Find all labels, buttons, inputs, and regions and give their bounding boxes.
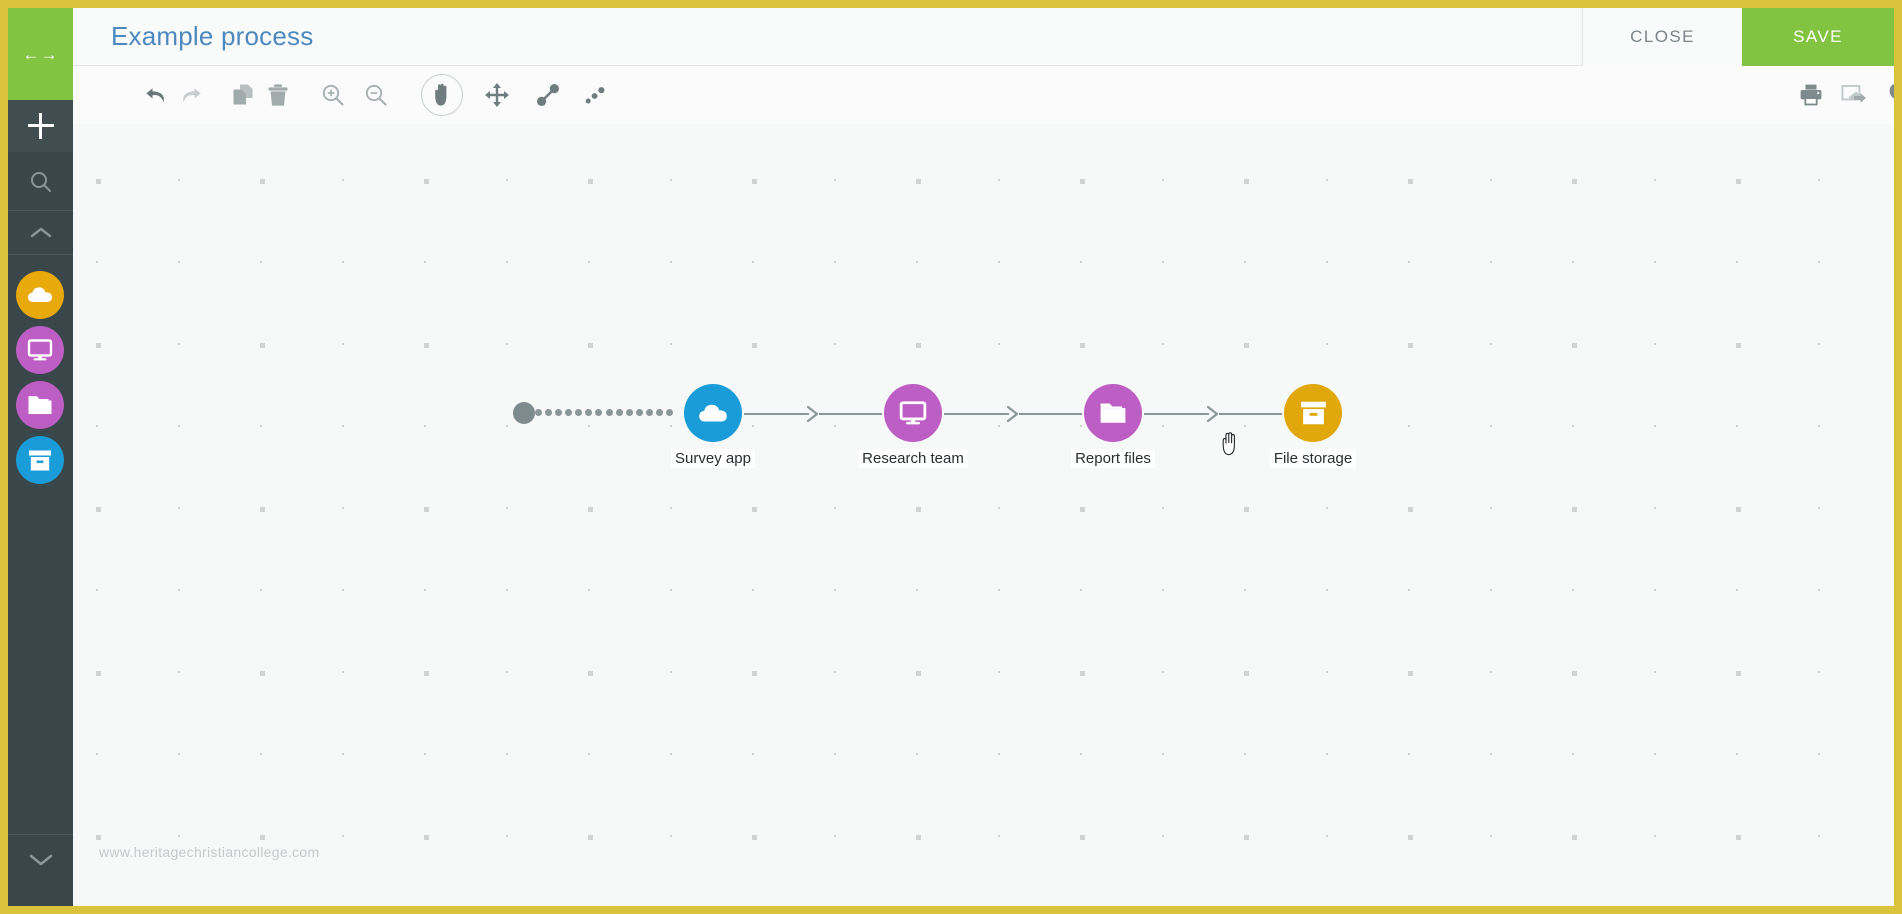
node-survey-app[interactable] [684,384,742,442]
dotted-connector[interactable] [535,409,673,416]
connector-dot [646,409,653,416]
plus-icon [27,113,54,139]
copy-button[interactable] [228,80,258,110]
page-title[interactable]: Example process [111,21,313,52]
app-header: Example process CLOSE SAVE [73,8,1894,66]
lightbulb-icon [1889,84,1894,99]
dotted-connector-icon [585,87,605,104]
export-image-button[interactable] [1839,80,1869,110]
printer-icon [1800,84,1822,106]
app-window: ←→ Example process CLOSE SAVE Survey app… [8,8,1894,906]
delete-button[interactable] [263,80,293,110]
sidebar-expand-toggle[interactable]: ←→ [8,8,73,100]
connector-icon [537,84,559,106]
node-label-file-storage: File storage [1269,449,1357,468]
cloud-icon [28,287,52,302]
node-label-survey-app: Survey app [671,449,755,468]
redo-arrow-icon [183,88,201,103]
zoom-in-button[interactable] [318,80,348,110]
palette-shape-archive-box[interactable] [16,436,64,484]
edge-line[interactable] [744,413,809,415]
editor-toolbar [73,66,1894,124]
zoom-out-icon [365,84,387,106]
zoom-in-icon [322,84,344,106]
connector-dot [626,409,633,416]
expand-collapse-arrows-icon: ←→ [22,44,59,64]
folder-icon [28,396,52,414]
edge-line[interactable] [1219,413,1282,415]
connector-dot [555,409,562,416]
dotted-connector-tool-button[interactable] [580,80,610,110]
palette-shape-folder[interactable] [16,381,64,429]
tips-button[interactable] [1883,80,1894,110]
print-button[interactable] [1796,80,1826,110]
connector-dot [585,409,592,416]
connector-dot [616,409,623,416]
node-file-storage[interactable] [1284,384,1342,442]
monitor-icon [899,401,927,425]
search-icon [30,172,51,192]
connector-dot [595,409,602,416]
watermark-text: www.heritagechristiancollege.com [99,844,320,860]
archive-box-icon [29,450,51,470]
start-dot[interactable] [513,402,535,424]
node-label-research-team: Research team [858,449,968,468]
process-diagram: Survey app Research team Report files File … [73,124,1894,906]
connector-dot [545,409,552,416]
pan-tool-button[interactable] [421,74,463,116]
trash-icon [268,84,288,106]
close-button[interactable]: CLOSE [1582,8,1742,66]
edge-line[interactable] [944,413,1009,415]
undo-arrow-icon [146,88,164,103]
connector-dot [666,409,673,416]
connector-dot [535,409,542,416]
node-report-files[interactable] [1084,384,1142,442]
hand-icon [435,83,447,106]
palette-shape-cloud[interactable] [16,271,64,319]
connector-dot [565,409,572,416]
left-sidebar: ←→ [8,8,73,906]
redo-button[interactable] [176,80,206,110]
connector-dot [575,409,582,416]
archive-box-icon [1300,401,1326,425]
sidebar-item-add[interactable] [8,100,73,152]
connector-tool-button[interactable] [533,80,563,110]
connector-dot [636,409,643,416]
sidebar-item-more[interactable] [8,834,73,884]
edge-line[interactable] [1019,413,1082,415]
save-button[interactable]: SAVE [1742,8,1894,66]
node-research-team[interactable] [884,384,942,442]
move-tool-button[interactable] [482,80,512,110]
node-label-report-files: Report files [1071,449,1155,468]
undo-button[interactable] [141,80,171,110]
chevron-up-icon [30,227,51,237]
copy-icon [233,84,253,105]
connector-dot [656,409,663,416]
sidebar-item-collapse[interactable] [8,210,73,255]
sidebar-item-search[interactable] [8,156,73,208]
connector-dot [606,409,613,416]
export-image-icon [1841,85,1866,103]
zoom-out-button[interactable] [361,80,391,110]
diagram-canvas[interactable]: Survey app Research team Report files File … [73,124,1894,906]
edge-line[interactable] [1144,413,1209,415]
move-arrows-icon [485,83,509,107]
folder-icon [1100,403,1126,423]
palette-shape-monitor[interactable] [16,326,64,374]
edge-line[interactable] [819,413,882,415]
chevron-down-icon [29,854,52,865]
window-frame: ←→ Example process CLOSE SAVE Survey app… [0,0,1902,914]
monitor-icon [27,339,53,361]
cloud-icon [699,404,727,422]
